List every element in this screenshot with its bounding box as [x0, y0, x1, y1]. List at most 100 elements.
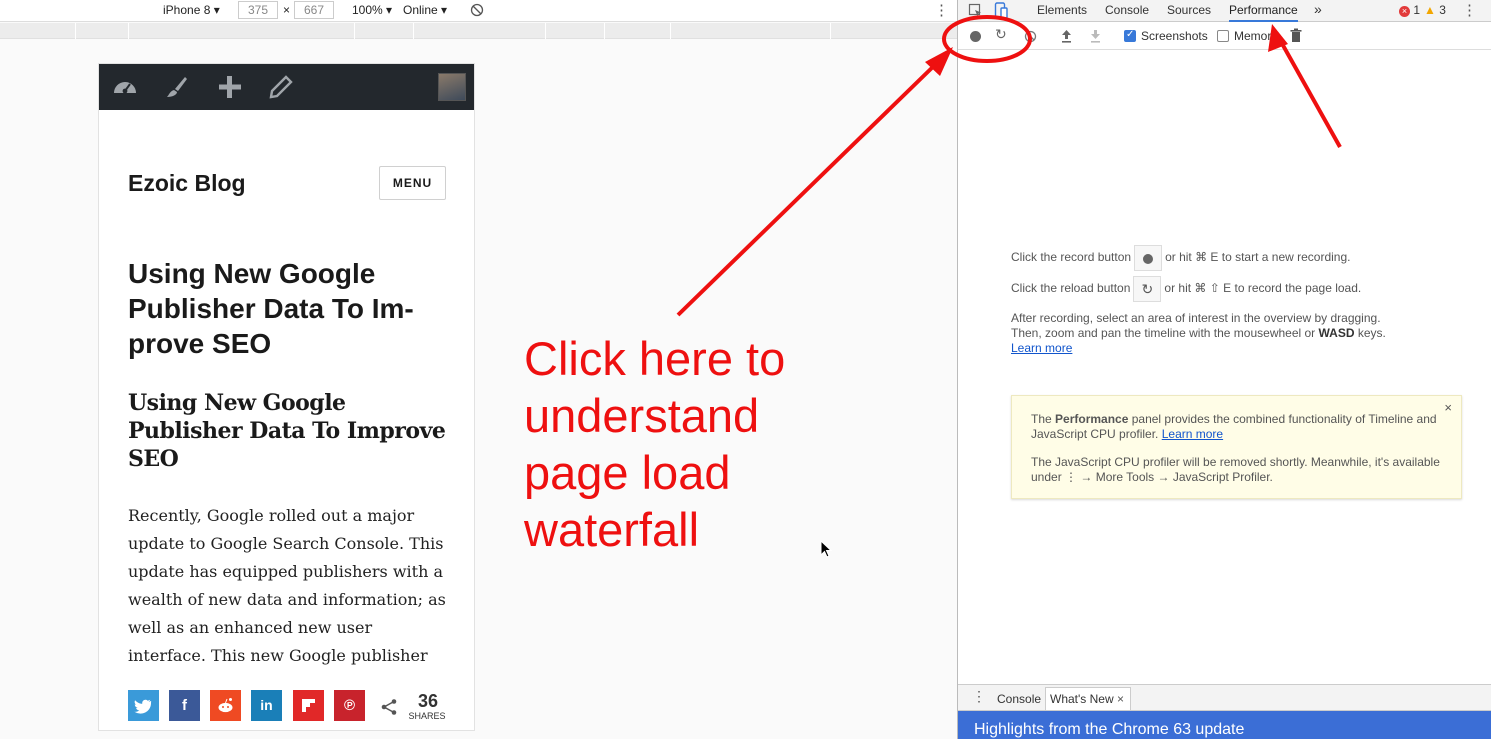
info-text-bold: Performance — [1055, 412, 1129, 426]
devtools-panel: Elements Console Sources Performance » ×… — [957, 0, 1491, 739]
post-subtitle: Using New Google Publisher Data To Impro… — [128, 390, 446, 472]
facebook-icon: f — [182, 697, 187, 714]
close-tab-icon[interactable]: × — [1117, 692, 1124, 706]
mouse-cursor-icon — [820, 540, 832, 558]
device-menu-icon[interactable]: ⋮ — [934, 1, 949, 19]
device-name: iPhone 8 — [163, 3, 211, 17]
reddit-share-button[interactable] — [210, 690, 241, 721]
tab-elements[interactable]: Elements — [1037, 3, 1087, 17]
tab-console[interactable]: Console — [1105, 3, 1149, 17]
inspect-element-icon[interactable] — [968, 3, 983, 18]
warning-count[interactable]: ▲ 3 — [1424, 3, 1446, 17]
share-count-label: SHARES — [408, 711, 446, 721]
reload-record-icon[interactable]: ↻ — [995, 26, 1007, 43]
warning-icon: ▲ — [1424, 3, 1436, 17]
devtools-tabbar: Elements Console Sources Performance » ×… — [958, 0, 1491, 22]
record-hint-button[interactable] — [1134, 245, 1163, 271]
drawer-menu-icon[interactable]: ⋮ — [972, 688, 986, 705]
record-icon[interactable] — [970, 31, 981, 42]
hint-text: Click the record button — [1011, 250, 1132, 265]
network-value: Online — [403, 3, 438, 17]
height-input[interactable]: 667 — [294, 1, 334, 19]
performance-toolbar: ↻ Screenshots Memory — [958, 23, 1491, 50]
clear-icon[interactable] — [1024, 30, 1037, 43]
error-icon: × — [1399, 6, 1410, 17]
device-toggle-icon[interactable] — [994, 2, 1008, 19]
customize-brush-icon[interactable] — [163, 74, 191, 100]
drawer-tabbar: ⋮ Console What's New × — [958, 684, 1491, 711]
post-title: Using New Google Publisher Data To Im-pr… — [128, 258, 414, 359]
memory-checkbox[interactable] — [1217, 30, 1229, 42]
learn-more-link[interactable]: Learn more — [1011, 341, 1072, 355]
screen: iPhone 8 ▾ 375 × 667 100% ▾ Online ▾ ⋮ E… — [0, 0, 1491, 739]
annotation-line: waterfall — [524, 503, 700, 556]
record-hint-icon — [1143, 254, 1154, 265]
reload-hint-button[interactable]: ↻ — [1133, 276, 1162, 302]
device-select[interactable]: iPhone 8 ▾ — [163, 3, 220, 17]
dashboard-icon[interactable] — [111, 74, 139, 100]
more-tabs-icon[interactable]: » — [1314, 1, 1322, 17]
error-count[interactable]: × 1 — [1399, 3, 1420, 17]
dimension-separator: × — [283, 3, 291, 17]
whats-new-banner: Highlights from the Chrome 63 update — [958, 711, 1491, 739]
reload-hint: Click the reload button ↻ or hit ⌘ ⇧ E to … — [1011, 276, 1361, 302]
hint-text: After recording, select an area of inter… — [1011, 311, 1381, 325]
drawer-tab-whats-new[interactable]: What's New × — [1045, 687, 1131, 710]
user-avatar[interactable] — [438, 73, 466, 101]
twitter-share-button[interactable] — [128, 690, 159, 721]
garbage-collect-icon[interactable] — [1290, 28, 1302, 43]
edit-pencil-icon[interactable] — [267, 74, 295, 100]
hint-text-part: Then, zoom and pan the timeline with the… — [1011, 326, 1319, 340]
hint-text: or hit ⌘ ⇧ E to record the page load. — [1164, 281, 1362, 296]
drawer-tab-console[interactable]: Console — [997, 692, 1041, 706]
share-bar: f in ℗ 36 SHARES — [99, 676, 474, 730]
twitter-icon — [134, 699, 152, 714]
tab-sources[interactable]: Sources — [1167, 3, 1211, 17]
phone-viewport: Ezoic Blog MENU Using New Google Publish… — [98, 63, 475, 731]
device-toolbar: iPhone 8 ▾ 375 × 667 100% ▾ Online ▾ ⋮ — [0, 0, 957, 22]
info-text-deprecation: The JavaScript CPU profiler will be remo… — [1031, 455, 1440, 484]
annotation-line: Click here to — [524, 332, 786, 385]
annotation-line: understand — [524, 389, 760, 442]
reload-hint-icon: ↻ — [1141, 281, 1154, 297]
after-recording-hint: After recording, select an area of inter… — [1011, 311, 1386, 356]
drawer-tab-label: What's New — [1050, 692, 1114, 706]
annotation-line: page load — [524, 446, 731, 499]
add-new-icon[interactable] — [216, 74, 244, 100]
info-learn-more-link[interactable]: Learn more — [1162, 427, 1223, 441]
info-text: The Performance panel provides the combi… — [1031, 412, 1446, 442]
annotation-arrowhead — [925, 47, 953, 76]
pinterest-share-button[interactable]: ℗ — [334, 690, 365, 721]
share-icon[interactable] — [380, 698, 398, 716]
zoom-value: 100% — [352, 3, 383, 17]
wp-admin-bar — [99, 64, 474, 110]
hint-text: Then, zoom and pan the timeline with the… — [1011, 326, 1386, 341]
load-profile-icon[interactable] — [1060, 29, 1073, 43]
screenshots-checkbox[interactable] — [1124, 29, 1136, 42]
annotation-text: Click here to understand page load water… — [524, 330, 785, 558]
rotate-icon[interactable] — [470, 3, 484, 17]
screenshots-label: Screenshots — [1141, 29, 1208, 43]
annotation-arrow-line — [676, 58, 942, 317]
width-input[interactable]: 375 — [238, 1, 278, 19]
menu-button[interactable]: MENU — [379, 166, 446, 200]
profiler-info-box: × The Performance panel provides the com… — [1011, 395, 1462, 499]
save-profile-icon[interactable] — [1089, 29, 1102, 43]
warning-count-value: 3 — [1439, 3, 1446, 17]
facebook-share-button[interactable]: f — [169, 690, 200, 721]
network-select[interactable]: Online ▾ — [403, 3, 447, 17]
media-query-ruler — [0, 23, 957, 39]
site-title[interactable]: Ezoic Blog — [128, 170, 246, 197]
hint-text: Click the reload button — [1011, 281, 1131, 296]
share-count: 36 — [417, 691, 439, 711]
zoom-select[interactable]: 100% ▾ — [352, 3, 392, 17]
info-text-part: The — [1031, 412, 1056, 426]
tab-performance[interactable]: Performance — [1229, 3, 1298, 22]
hint-text-part: keys. — [1354, 326, 1386, 340]
error-count-value: 1 — [1413, 3, 1421, 17]
linkedin-share-button[interactable]: in — [251, 690, 282, 721]
devtools-menu-icon[interactable]: ⋮ — [1462, 1, 1477, 19]
flipboard-share-button[interactable] — [293, 690, 324, 721]
linkedin-icon: in — [260, 697, 273, 713]
pinterest-icon: ℗ — [343, 697, 356, 714]
